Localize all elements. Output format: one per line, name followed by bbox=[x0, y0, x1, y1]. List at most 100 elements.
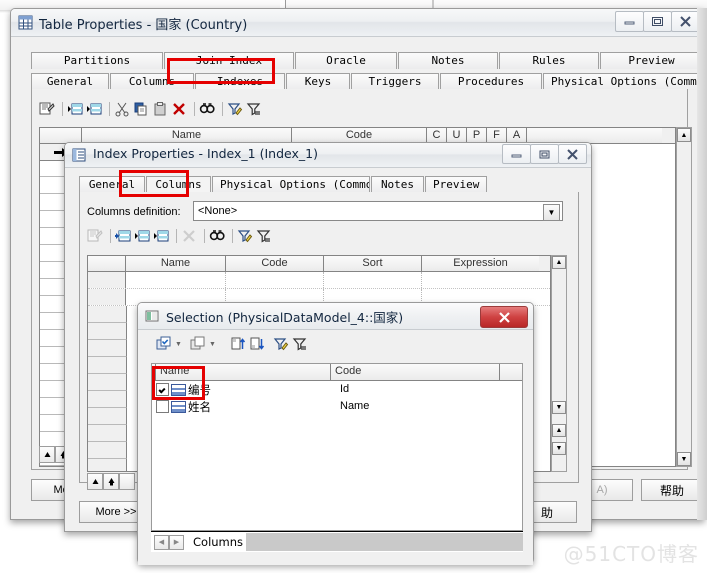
tabstrip-prev-button[interactable]: ◀ bbox=[154, 534, 169, 550]
first-record-button[interactable] bbox=[39, 446, 55, 463]
selection-toolbar[interactable]: ▼ ▼ bbox=[156, 336, 311, 352]
add-row-icon[interactable] bbox=[86, 101, 102, 117]
find-icon[interactable] bbox=[209, 228, 225, 244]
tab-partitions[interactable]: Partitions bbox=[31, 52, 163, 69]
table-row[interactable] bbox=[88, 323, 127, 340]
tab-columns[interactable]: Columns bbox=[110, 73, 194, 90]
grid-header-code[interactable]: Code bbox=[331, 364, 501, 380]
selection-grid-body[interactable]: 编号 Id 姓名 Name bbox=[152, 381, 522, 530]
tab-rules[interactable]: Rules bbox=[499, 52, 599, 69]
cell-name[interactable] bbox=[126, 272, 226, 288]
table-row[interactable] bbox=[88, 425, 127, 442]
next-record-button[interactable] bbox=[119, 473, 135, 490]
deselect-all-icon[interactable] bbox=[190, 336, 206, 352]
table-row[interactable] bbox=[88, 272, 550, 289]
table-properties-tabs-row1[interactable]: Partitions Join Index Oracle Notes Rules… bbox=[31, 52, 704, 69]
maximize-button[interactable] bbox=[530, 144, 559, 164]
sort-asc-icon[interactable] bbox=[230, 336, 246, 352]
grid-header-selector[interactable] bbox=[40, 128, 82, 143]
add-column-icon[interactable] bbox=[115, 228, 131, 244]
tab-keys[interactable]: Keys bbox=[286, 73, 350, 90]
grid-header-sort[interactable]: Sort bbox=[324, 256, 422, 271]
index-properties-tabs[interactable]: General Columns Physical Options (Common… bbox=[79, 176, 488, 193]
scroll-top-button[interactable]: ▲ bbox=[552, 424, 566, 437]
find-icon[interactable] bbox=[199, 101, 215, 117]
grid-header-code[interactable]: Code bbox=[226, 256, 324, 271]
tab-triggers[interactable]: Triggers bbox=[351, 73, 439, 90]
grid-header-c[interactable]: C bbox=[427, 128, 447, 143]
scroll-down-button[interactable]: ▼ bbox=[552, 401, 566, 414]
grid-header-u[interactable]: U bbox=[447, 128, 467, 143]
grid-header-p[interactable]: P bbox=[467, 128, 487, 143]
filter-edit-icon[interactable] bbox=[227, 101, 243, 117]
table-properties-titlebar[interactable]: Table Properties - 国家 (Country) bbox=[11, 9, 704, 37]
table-properties-tabs-row2[interactable]: General Columns Indexes Keys Triggers Pr… bbox=[31, 73, 701, 90]
add-row-icon[interactable] bbox=[153, 228, 169, 244]
grid-header-selector[interactable] bbox=[88, 256, 126, 271]
tab-join-index[interactable]: Join Index bbox=[164, 52, 294, 69]
tab-procedures[interactable]: Procedures bbox=[440, 73, 542, 90]
selection-dialog-titlebar[interactable]: Selection (PhysicalDataModel_4::国家) bbox=[138, 303, 533, 330]
select-all-icon[interactable] bbox=[156, 336, 172, 352]
selection-row-name-cell[interactable]: 编号 bbox=[152, 381, 336, 398]
chevron-down-icon[interactable]: ▼ bbox=[543, 204, 560, 221]
scroll-up-button[interactable]: ▲ bbox=[552, 256, 566, 269]
prev-record-button[interactable] bbox=[103, 473, 119, 490]
delete-icon[interactable] bbox=[171, 101, 187, 117]
grid-header-a[interactable]: A bbox=[507, 128, 527, 143]
row-selector-cell[interactable] bbox=[88, 272, 126, 288]
grid-header-name[interactable]: Name bbox=[155, 364, 332, 380]
close-button[interactable] bbox=[558, 144, 587, 164]
index-record-nav-buttons[interactable] bbox=[87, 473, 135, 490]
table-row[interactable] bbox=[88, 374, 127, 391]
tab-general[interactable]: General bbox=[31, 73, 109, 90]
row-checkbox[interactable] bbox=[156, 383, 169, 396]
row-selector-cell[interactable] bbox=[88, 289, 126, 305]
insert-row-icon[interactable] bbox=[67, 101, 83, 117]
maximize-button[interactable] bbox=[643, 11, 672, 32]
help-button[interactable]: 帮助 bbox=[641, 479, 703, 501]
tabstrip-next-button[interactable]: ▶ bbox=[169, 534, 184, 550]
grid-header-code[interactable]: Code bbox=[292, 128, 427, 143]
minimize-button[interactable] bbox=[615, 11, 644, 32]
tab-columns-bottom[interactable]: Columns bbox=[187, 533, 252, 551]
index-columns-scrollbar[interactable]: ▲ ▼ ▲ ▼ bbox=[551, 255, 567, 472]
selection-row-name-cell[interactable]: 姓名 bbox=[152, 398, 336, 415]
tab-general[interactable]: General bbox=[79, 176, 145, 193]
cell-code[interactable] bbox=[226, 272, 324, 288]
filter-icon[interactable] bbox=[292, 336, 308, 352]
tab-oracle[interactable]: Oracle bbox=[295, 52, 397, 69]
grid-header-expression[interactable]: Expression bbox=[422, 256, 539, 271]
filter-icon[interactable] bbox=[246, 101, 262, 117]
tab-columns[interactable]: Columns bbox=[146, 176, 211, 193]
list-item[interactable]: 姓名 Name bbox=[152, 398, 522, 415]
table-row[interactable] bbox=[88, 459, 127, 471]
cell-expression[interactable] bbox=[422, 272, 539, 288]
deselect-all-dropdown-icon[interactable]: ▼ bbox=[209, 341, 216, 348]
table-row[interactable] bbox=[88, 442, 127, 459]
scroll-down-button[interactable]: ▼ bbox=[677, 452, 691, 466]
tab-physical-options-common[interactable]: Physical Options (Common) bbox=[543, 73, 700, 90]
tab-preview[interactable]: Preview bbox=[425, 176, 487, 193]
insert-row-icon[interactable] bbox=[134, 228, 150, 244]
minimize-button[interactable] bbox=[502, 144, 531, 164]
table-row[interactable] bbox=[88, 391, 127, 408]
selection-dialog[interactable]: Selection (PhysicalDataModel_4::国家) ▼ ▼ … bbox=[137, 302, 534, 565]
index-properties-titlebar[interactable]: Index Properties - Index_1 (Index_1) bbox=[65, 143, 591, 168]
paste-icon[interactable] bbox=[152, 101, 168, 117]
table-row[interactable] bbox=[88, 306, 127, 323]
selection-close-button[interactable] bbox=[480, 306, 528, 328]
table-row[interactable] bbox=[88, 340, 127, 357]
filter-edit-icon[interactable] bbox=[273, 336, 289, 352]
table-row[interactable] bbox=[88, 357, 127, 374]
filter-icon[interactable] bbox=[256, 228, 272, 244]
selection-grid[interactable]: Name Code 编号 Id 姓名 Name bbox=[151, 363, 523, 531]
scroll-bottom-button[interactable]: ▼ bbox=[552, 442, 566, 455]
first-record-button[interactable] bbox=[87, 473, 103, 490]
indexes-grid-scrollbar[interactable]: ▲ ▼ bbox=[676, 127, 692, 467]
cut-icon[interactable] bbox=[114, 101, 130, 117]
grid-header-extra[interactable] bbox=[500, 364, 522, 380]
selection-bottom-tabstrip[interactable]: ◀ ▶ Columns bbox=[151, 531, 523, 552]
row-checkbox[interactable] bbox=[156, 400, 169, 413]
tab-notes[interactable]: Notes bbox=[398, 52, 498, 69]
